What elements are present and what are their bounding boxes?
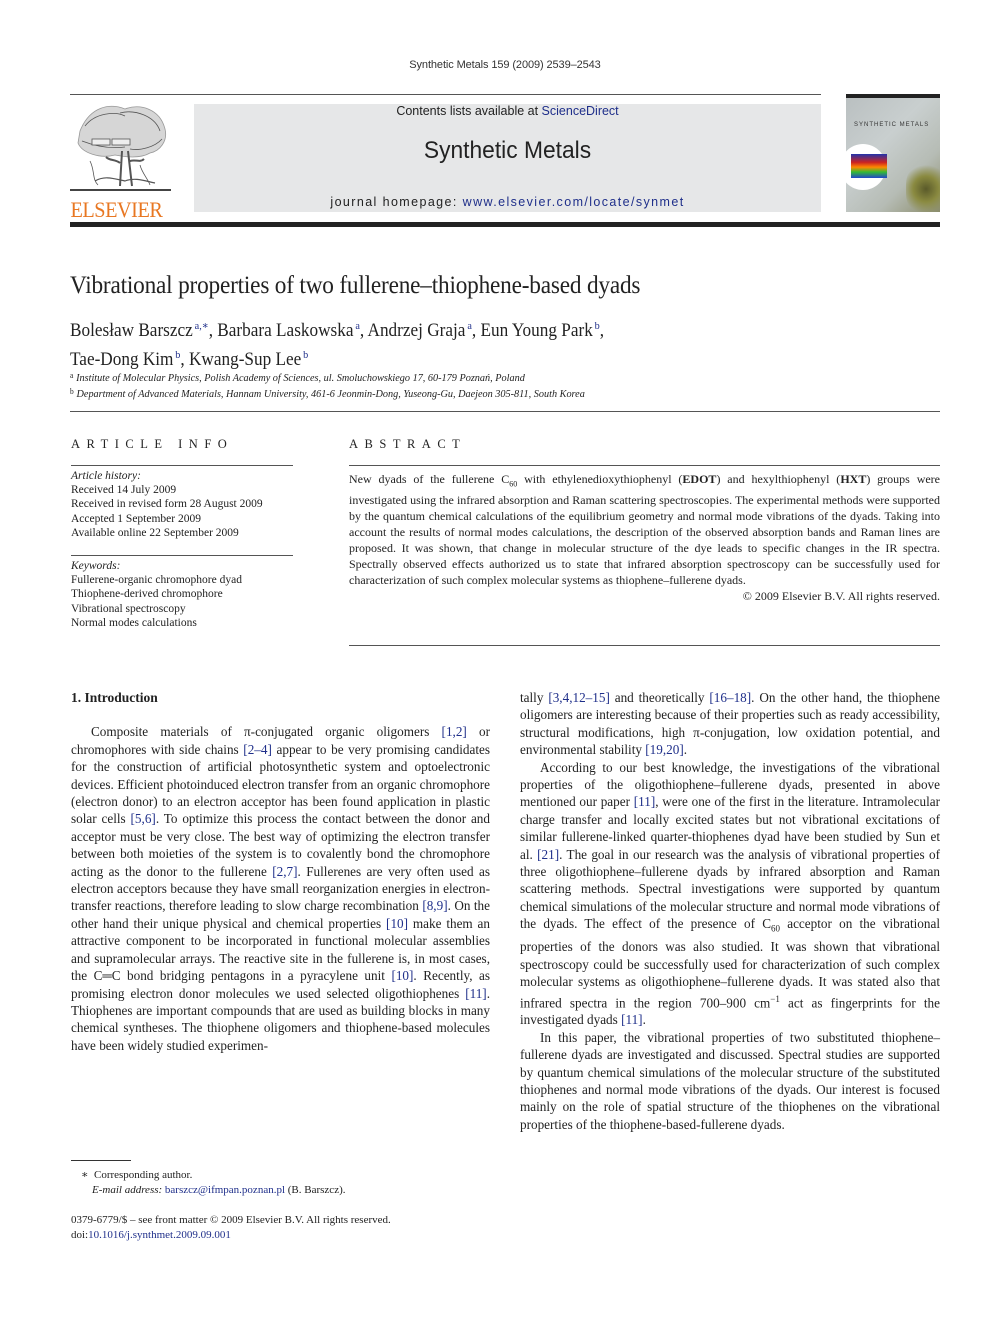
masthead-rule bbox=[70, 222, 940, 227]
compound-hxt: HXT bbox=[840, 472, 867, 486]
citation-link[interactable]: [11] bbox=[621, 1012, 642, 1027]
paragraph: tally [3,4,12–15] and theoretically [16–… bbox=[520, 690, 940, 758]
history-item: Available online 22 September 2009 bbox=[71, 526, 239, 539]
citation-link[interactable]: [3,4,12–15] bbox=[548, 690, 610, 705]
title-block-rule bbox=[70, 411, 940, 412]
paragraph: According to our best knowledge, the inv… bbox=[520, 759, 940, 1028]
contents-line: Contents lists available at ScienceDirec… bbox=[194, 104, 821, 118]
elsevier-logo[interactable]: ELSEVIER bbox=[70, 101, 171, 221]
cover-spectrum-image bbox=[851, 154, 887, 178]
abstract-bottom-rule bbox=[349, 645, 940, 646]
author[interactable]: Bolesław Barszcz a,∗ bbox=[70, 320, 209, 341]
article-title: Vibrational properties of two fullerene–… bbox=[70, 272, 641, 299]
journal-homepage-link[interactable]: www.elsevier.com/locate/synmet bbox=[463, 195, 685, 209]
author[interactable]: Tae-Dong Kim b bbox=[70, 349, 180, 370]
cover-title: SYNTHETIC METALS bbox=[854, 122, 930, 128]
abstract-copyright: © 2009 Elsevier B.V. All rights reserved… bbox=[742, 589, 940, 604]
keywords-label: Keywords: bbox=[71, 560, 121, 572]
keyword: Fullerene-organic chromophore dyad bbox=[71, 574, 242, 587]
citation-link[interactable]: [11] bbox=[634, 794, 655, 809]
citation-link[interactable]: [2–4] bbox=[243, 742, 272, 757]
email-note: E-mail address: barszcz@ifmpan.poznan.pl… bbox=[92, 1183, 346, 1196]
affiliation-mark[interactable]: a,∗ bbox=[195, 320, 209, 332]
affiliation-mark[interactable]: b bbox=[303, 349, 308, 361]
journal-title: Synthetic Metals bbox=[423, 137, 592, 164]
homepage-line: journal homepage: www.elsevier.com/locat… bbox=[194, 195, 821, 209]
article-info-heading: ARTICLE INFO bbox=[71, 437, 234, 451]
abstract-rule bbox=[349, 465, 940, 466]
citation-link[interactable]: [21] bbox=[537, 847, 559, 862]
running-head: Synthetic Metals 159 (2009) 2539–2543 bbox=[409, 59, 601, 71]
citation-link[interactable]: [5,6] bbox=[131, 811, 156, 826]
doi-link[interactable]: 10.1016/j.synthmet.2009.09.001 bbox=[88, 1229, 231, 1241]
abstract-heading: ABSTRACT bbox=[349, 437, 467, 451]
paragraph: Composite materials of π-conjugated orga… bbox=[71, 724, 491, 1053]
article-info-rule bbox=[71, 465, 293, 466]
keywords: Keywords: Fullerene-organic chromophore … bbox=[71, 559, 293, 630]
keyword: Vibrational spectroscopy bbox=[71, 602, 186, 615]
body-right-column: tally [3,4,12–15] and theoretically [16–… bbox=[520, 689, 940, 1133]
elsevier-wordmark: ELSEVIER bbox=[70, 197, 163, 222]
body-left-column: 1. Introduction Composite materials of π… bbox=[71, 689, 490, 1054]
abstract-body: New dyads of the fullerene C60 with ethy… bbox=[349, 472, 941, 604]
superscript: −1 bbox=[770, 993, 780, 1004]
author[interactable]: Barbara Laskowska a bbox=[217, 320, 360, 341]
footnote: ∗ Corresponding author. E-mail address: … bbox=[71, 1168, 346, 1197]
history-item: Received 14 July 2009 bbox=[71, 484, 177, 497]
citation-link[interactable]: [1,2] bbox=[442, 724, 467, 739]
corresponding-author-note: ∗ Corresponding author. bbox=[81, 1169, 193, 1181]
elsevier-tree-icon bbox=[70, 105, 171, 191]
issn-line: 0379-6779/$ – see front matter © 2009 El… bbox=[71, 1214, 391, 1226]
section-heading-introduction: 1. Introduction bbox=[71, 690, 158, 705]
journal-cover-thumbnail[interactable]: SYNTHETIC METALS bbox=[846, 94, 940, 212]
footnote-rule bbox=[71, 1160, 131, 1161]
sciencedirect-link[interactable]: ScienceDirect bbox=[542, 104, 619, 118]
citation-link[interactable]: [10] bbox=[386, 916, 408, 931]
history-item: Received in revised form 28 August 2009 bbox=[71, 498, 263, 511]
affiliations: a Institute of Molecular Physics, Polish … bbox=[70, 369, 585, 401]
affiliation: b Department of Advanced Materials, Hanna… bbox=[70, 387, 585, 400]
citation-link[interactable]: [11] bbox=[465, 986, 486, 1001]
citation-link[interactable]: [19,20] bbox=[645, 742, 683, 757]
journal-masthead: Contents lists available at ScienceDirec… bbox=[194, 104, 821, 212]
keyword: Normal modes calculations bbox=[71, 616, 197, 629]
compound-edot: EDOT bbox=[682, 472, 717, 486]
subscript: 60 bbox=[771, 923, 780, 934]
affiliation: a Institute of Molecular Physics, Polish … bbox=[70, 371, 525, 384]
history-label: Article history: bbox=[71, 470, 141, 482]
citation-link[interactable]: [8,9] bbox=[422, 898, 447, 913]
doi-line: doi:10.1016/j.synthmet.2009.09.001 bbox=[71, 1228, 231, 1241]
header-rule bbox=[70, 94, 821, 95]
cover-decoration bbox=[906, 164, 940, 212]
keyword: Thiophene-derived chromophore bbox=[71, 588, 223, 601]
homepage-prefix: journal homepage: bbox=[330, 195, 463, 209]
author[interactable]: Kwang-Sup Lee b bbox=[189, 349, 308, 370]
author[interactable]: Andrzej Graja a bbox=[368, 320, 472, 341]
author-list: Bolesław Barszcz a,∗, Barbara Laskowska a,… bbox=[70, 320, 605, 370]
keywords-rule bbox=[71, 555, 293, 556]
front-matter: 0379-6779/$ – see front matter © 2009 El… bbox=[71, 1213, 391, 1242]
contents-prefix: Contents lists available at bbox=[396, 104, 542, 118]
article-history: Article history: Received 14 July 2009 R… bbox=[71, 469, 293, 540]
paragraph: In this paper, the vibrational propertie… bbox=[520, 1029, 940, 1132]
citation-link[interactable]: [16–18] bbox=[709, 690, 751, 705]
author[interactable]: Eun Young Park b bbox=[480, 320, 599, 341]
cover-top-band bbox=[846, 94, 940, 98]
citation-link[interactable]: [10] bbox=[391, 968, 413, 983]
author-email-link[interactable]: barszcz@ifmpan.poznan.pl bbox=[165, 1184, 285, 1196]
citation-link[interactable]: [2,7] bbox=[272, 864, 297, 879]
history-item: Accepted 1 September 2009 bbox=[71, 512, 201, 525]
